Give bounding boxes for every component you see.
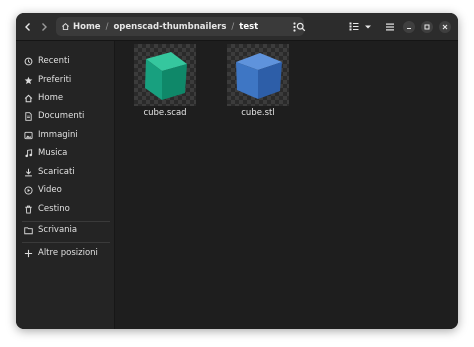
search-button[interactable] (293, 18, 309, 35)
back-button[interactable] (20, 18, 36, 35)
sidebar-item-home[interactable]: Home (16, 90, 114, 106)
file-item-cube-scad[interactable]: cube.scad (130, 44, 200, 124)
plus-icon (23, 249, 33, 258)
sidebar-item-label: Musica (38, 148, 68, 158)
breadcrumb-home-label: Home (73, 21, 101, 32)
close-button[interactable] (439, 21, 451, 33)
download-icon (23, 168, 33, 177)
chevron-down-icon (365, 25, 371, 28)
sidebar: Recenti Preferiti Home Documenti Immagin… (16, 41, 115, 329)
minimize-button[interactable] (403, 21, 415, 33)
sidebar-item-label: Home (38, 93, 64, 103)
file-thumbnail (227, 44, 289, 106)
file-item-cube-stl[interactable]: cube.stl (223, 44, 293, 124)
sidebar-item-label: Altre posizioni (38, 248, 98, 258)
sidebar-item-other-locations[interactable]: Altre posizioni (16, 245, 114, 261)
breadcrumb-separator: / (105, 21, 109, 32)
sidebar-item-label: Preferiti (38, 75, 72, 85)
sidebar-item-cestino[interactable]: Cestino (16, 201, 114, 217)
minimize-icon (407, 28, 411, 29)
header-bar: Home / openscad-thumbnailers / test (16, 13, 458, 41)
sidebar-item-label: Video (38, 185, 62, 195)
file-name: cube.scad (143, 108, 187, 118)
file-thumbnail (134, 44, 196, 106)
sidebar-item-scrivania[interactable]: Scrivania (16, 222, 114, 238)
forward-button[interactable] (36, 18, 52, 35)
sidebar-item-label: Documenti (38, 111, 85, 121)
sidebar-item-label: Scrivania (38, 225, 78, 235)
breadcrumb-folder[interactable]: openscad-thumbnailers (113, 22, 226, 32)
folder-icon (23, 226, 33, 235)
sidebar-item-recenti[interactable]: Recenti (16, 53, 114, 69)
hamburger-menu-icon (386, 23, 394, 30)
maximize-button[interactable] (421, 21, 433, 33)
trash-icon (23, 205, 33, 214)
breadcrumb-current[interactable]: test (239, 22, 258, 32)
search-icon (296, 22, 306, 31)
sidebar-item-label: Immagini (38, 130, 78, 140)
sidebar-item-preferiti[interactable]: Preferiti (16, 72, 114, 88)
file-name: cube.stl (241, 108, 275, 118)
document-icon (23, 111, 33, 121)
image-icon (23, 131, 33, 140)
sidebar-item-immagini[interactable]: Immagini (16, 127, 114, 143)
sidebar-item-label: Cestino (38, 204, 70, 214)
path-bar[interactable]: Home / openscad-thumbnailers / test (56, 17, 304, 36)
sidebar-item-label: Scaricati (38, 167, 75, 177)
clock-icon (23, 57, 33, 66)
chevron-right-icon (42, 22, 47, 31)
cube-thumbnail-icon (236, 53, 282, 99)
video-icon (23, 185, 33, 195)
chevron-left-icon (25, 22, 30, 31)
file-manager-window: Home / openscad-thumbnailers / test Rece… (16, 13, 458, 329)
home-icon (62, 22, 69, 31)
view-options-button[interactable] (362, 18, 374, 35)
star-icon (23, 76, 33, 85)
sidebar-item-label: Recenti (38, 56, 70, 66)
sidebar-item-documenti[interactable]: Documenti (16, 108, 114, 124)
sidebar-item-musica[interactable]: Musica (16, 145, 114, 161)
file-grid: cube.scad cube.stl (115, 41, 458, 329)
list-view-icon (349, 22, 359, 31)
cube-thumbnail-icon (145, 52, 187, 100)
close-icon (442, 24, 448, 30)
home-icon (23, 94, 33, 103)
breadcrumb-home[interactable]: Home (61, 22, 101, 32)
main-menu-button[interactable] (382, 18, 398, 35)
breadcrumb-separator: / (231, 21, 235, 32)
view-toggle-button[interactable] (346, 18, 362, 35)
sidebar-item-video[interactable]: Video (16, 182, 114, 198)
sidebar-item-scaricati[interactable]: Scaricati (16, 164, 114, 180)
sidebar-divider (22, 242, 110, 243)
music-icon (23, 148, 33, 158)
maximize-icon (424, 24, 430, 30)
